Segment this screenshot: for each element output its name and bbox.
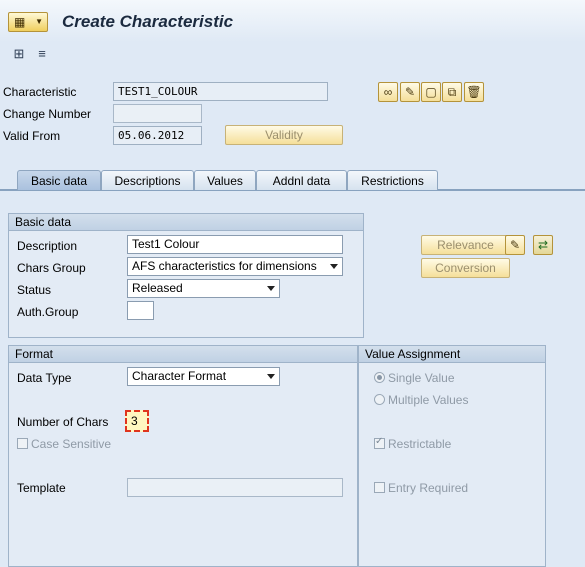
page-title: Create Characteristic bbox=[62, 12, 234, 31]
basic-data-header: Basic data bbox=[9, 214, 363, 231]
entry-required-checkbox[interactable] bbox=[374, 482, 385, 493]
chevron-down-icon: ▼ bbox=[35, 17, 43, 26]
template-label: Template bbox=[17, 481, 66, 495]
tab-basic-data[interactable]: Basic data bbox=[17, 170, 101, 190]
case-sensitive-checkbox[interactable] bbox=[17, 438, 28, 449]
status-label: Status bbox=[17, 283, 52, 297]
multiple-values-label: Multiple Values bbox=[388, 393, 469, 407]
valid-from-label: Valid From bbox=[3, 129, 61, 143]
num-chars-label: Number of Chars bbox=[17, 415, 109, 429]
data-type-value: Character Format bbox=[132, 369, 227, 383]
single-value-radio[interactable] bbox=[374, 372, 385, 383]
tab-descriptions[interactable]: Descriptions bbox=[101, 170, 194, 190]
description-label: Description bbox=[17, 239, 78, 253]
menu-icon: ▦ bbox=[14, 15, 26, 29]
description-field[interactable]: Test1 Colour bbox=[127, 235, 343, 254]
num-chars-field[interactable]: 3 bbox=[125, 410, 149, 432]
chars-group-label: Chars Group bbox=[17, 261, 86, 275]
template-field[interactable] bbox=[127, 478, 343, 497]
format-header: Format bbox=[9, 346, 357, 363]
single-value-label: Single Value bbox=[388, 371, 455, 385]
case-sensitive-label: Case Sensitive bbox=[31, 437, 112, 451]
new-document-icon[interactable]: ▢ bbox=[421, 82, 441, 102]
characteristic-field[interactable]: TEST1_COLOUR bbox=[113, 82, 328, 101]
valid-from-field[interactable]: 05.06.2012 bbox=[113, 126, 202, 145]
multiple-values-radio[interactable] bbox=[374, 394, 385, 405]
change-number-label: Change Number bbox=[3, 107, 92, 121]
chars-group-dropdown[interactable]: AFS characteristics for dimensions bbox=[127, 257, 343, 276]
copy-icon[interactable]: ⧉ bbox=[442, 82, 462, 102]
relevance-edit-icon[interactable]: ✎ bbox=[505, 235, 525, 255]
chars-group-value: AFS characteristics for dimensions bbox=[132, 259, 317, 273]
data-type-dropdown[interactable]: Character Format bbox=[127, 367, 280, 386]
value-assignment-header: Value Assignment bbox=[359, 346, 545, 363]
restrictable-checkbox[interactable] bbox=[374, 436, 385, 449]
conversion-button[interactable]: Conversion bbox=[421, 258, 510, 278]
system-menu-button[interactable]: ▦ ▼ bbox=[8, 12, 48, 32]
restrictable-label: Restrictable bbox=[388, 437, 452, 451]
chevron-down-icon bbox=[330, 264, 338, 269]
pencil-icon[interactable]: ✎ bbox=[400, 82, 420, 102]
glasses-icon[interactable]: ∞ bbox=[378, 82, 398, 102]
status-dropdown[interactable]: Released bbox=[127, 279, 280, 298]
hierarchy-icon[interactable]: ⊞ bbox=[10, 46, 28, 62]
data-type-label: Data Type bbox=[17, 371, 72, 385]
validity-button[interactable]: Validity bbox=[225, 125, 343, 145]
switch-icon[interactable]: ⇄ bbox=[533, 235, 553, 255]
auth-group-label: Auth.Group bbox=[17, 305, 79, 319]
chevron-down-icon bbox=[267, 374, 275, 379]
characteristic-label: Characteristic bbox=[3, 85, 77, 99]
print-icon[interactable]: ≡ bbox=[33, 46, 51, 62]
tab-values[interactable]: Values bbox=[194, 170, 256, 190]
tab-addnl-data[interactable]: Addnl data bbox=[256, 170, 347, 190]
status-value: Released bbox=[132, 281, 183, 295]
chevron-down-icon bbox=[267, 286, 275, 291]
auth-group-field[interactable] bbox=[127, 301, 154, 320]
change-number-field[interactable] bbox=[113, 104, 202, 123]
delete-icon[interactable]: 🗑 bbox=[464, 82, 484, 102]
entry-required-label: Entry Required bbox=[388, 481, 469, 495]
tab-restrictions[interactable]: Restrictions bbox=[347, 170, 438, 190]
relevance-button[interactable]: Relevance bbox=[421, 235, 510, 255]
